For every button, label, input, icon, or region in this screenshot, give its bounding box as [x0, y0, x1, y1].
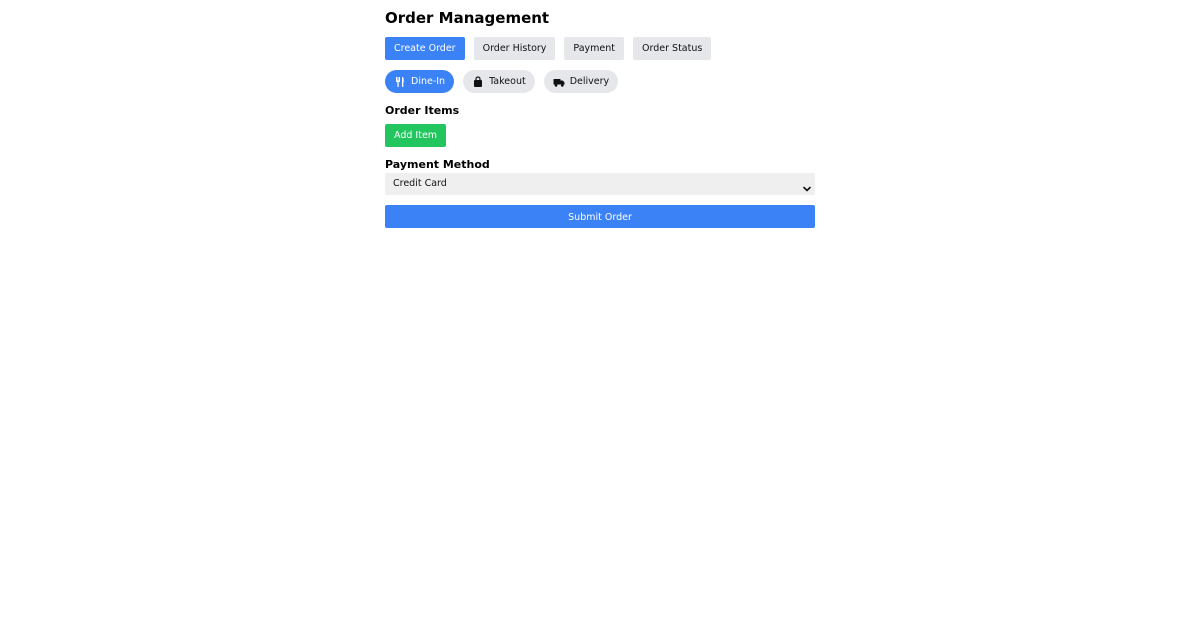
- page-title: Order Management: [385, 9, 550, 27]
- order-type-selector: Dine-In Takeout Delivery: [385, 70, 619, 93]
- tab-payment[interactable]: Payment: [564, 37, 625, 60]
- order-type-takeout[interactable]: Takeout: [463, 70, 535, 93]
- payment-method-value: Credit Card: [393, 178, 447, 189]
- order-type-label: Dine-In: [411, 76, 446, 87]
- add-item-button[interactable]: Add Item: [385, 124, 447, 147]
- payment-method-heading: Payment Method: [385, 158, 490, 171]
- truck-icon: [553, 76, 565, 88]
- utensils-icon: [394, 76, 406, 88]
- chevron-down-icon: [802, 179, 812, 192]
- tab-order-status[interactable]: Order Status: [633, 37, 712, 60]
- payment-method-select[interactable]: Credit Card: [385, 173, 815, 195]
- tab-bar: Create Order Order History Payment Order…: [385, 37, 712, 60]
- submit-order-button[interactable]: Submit Order: [385, 205, 815, 228]
- order-type-delivery[interactable]: Delivery: [543, 70, 619, 93]
- shopping-bag-icon: [472, 75, 484, 88]
- tab-create-order[interactable]: Create Order: [385, 37, 465, 60]
- order-type-label: Takeout: [489, 76, 526, 87]
- tab-order-history[interactable]: Order History: [473, 37, 556, 60]
- order-type-label: Delivery: [569, 76, 610, 87]
- order-type-dine-in[interactable]: Dine-In: [385, 70, 455, 93]
- order-items-heading: Order Items: [385, 104, 460, 117]
